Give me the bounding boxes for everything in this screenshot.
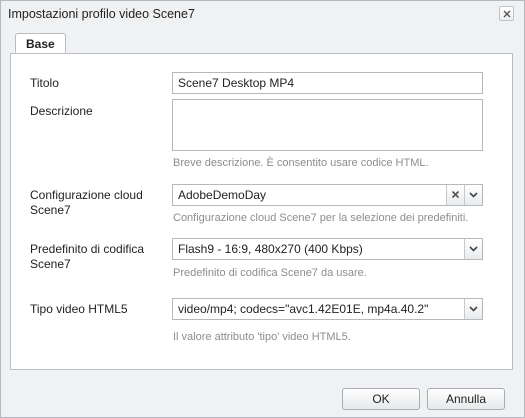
tab-panel-base: Titolo Descrizione Breve descrizione. È … xyxy=(10,54,513,370)
html5-type-value: video/mp4; codecs="avc1.42E01E, mp4a.40.… xyxy=(178,302,429,316)
title-label: Titolo xyxy=(30,76,59,90)
encoding-preset-label: Predefinito di codifica Scene7 xyxy=(30,242,144,272)
cloud-config-hint: Configurazione cloud Scene7 per la selez… xyxy=(173,212,469,224)
html5-type-select[interactable]: video/mp4; codecs="avc1.42E01E, mp4a.40.… xyxy=(172,298,483,320)
encoding-preset-dropdown-button[interactable] xyxy=(464,239,482,259)
chevron-down-icon xyxy=(469,192,478,198)
encoding-preset-hint: Predefinito di codifica Scene7 da usare. xyxy=(173,267,367,279)
cloud-config-label: Configurazione cloud Scene7 xyxy=(30,188,143,218)
cloud-config-label-line2: Scene7 xyxy=(30,203,71,217)
clear-icon xyxy=(451,190,460,199)
description-textarea[interactable] xyxy=(172,99,483,151)
cancel-button[interactable]: Annulla xyxy=(427,388,505,410)
cloud-config-combo[interactable]: AdobeDemoDay xyxy=(172,184,483,206)
description-hint: Breve descrizione. È consentito usare co… xyxy=(173,157,429,169)
chevron-down-icon xyxy=(469,306,478,312)
ok-button[interactable]: OK xyxy=(342,388,420,410)
close-icon xyxy=(503,10,511,18)
html5-type-dropdown-button[interactable] xyxy=(464,299,482,319)
encoding-preset-label-line2: Scene7 xyxy=(30,257,71,271)
dialog-title: Impostazioni profilo video Scene7 xyxy=(8,7,195,21)
tab-strip: Base xyxy=(10,31,513,54)
clear-button[interactable] xyxy=(446,185,464,205)
html5-type-hint: Il valore attributo 'tipo' video HTML5. xyxy=(173,331,351,343)
tab-base[interactable]: Base xyxy=(15,33,66,53)
encoding-preset-label-line1: Predefinito di codifica xyxy=(30,242,145,256)
close-button[interactable] xyxy=(499,6,514,21)
cloud-config-label-line1: Configurazione cloud xyxy=(30,188,143,202)
description-label: Descrizione xyxy=(30,104,93,118)
dialog-titlebar: Impostazioni profilo video Scene7 xyxy=(1,1,524,27)
chevron-down-icon xyxy=(469,246,478,252)
html5-type-label: Tipo video HTML5 xyxy=(30,302,128,316)
cloud-config-dropdown-button[interactable] xyxy=(464,185,482,205)
video-profile-dialog: Impostazioni profilo video Scene7 Base T… xyxy=(0,0,525,418)
encoding-preset-select[interactable]: Flash9 - 16:9, 480x270 (400 Kbps) xyxy=(172,238,483,260)
title-input[interactable] xyxy=(172,72,483,94)
cloud-config-value: AdobeDemoDay xyxy=(178,188,267,202)
encoding-preset-value: Flash9 - 16:9, 480x270 (400 Kbps) xyxy=(178,242,363,256)
